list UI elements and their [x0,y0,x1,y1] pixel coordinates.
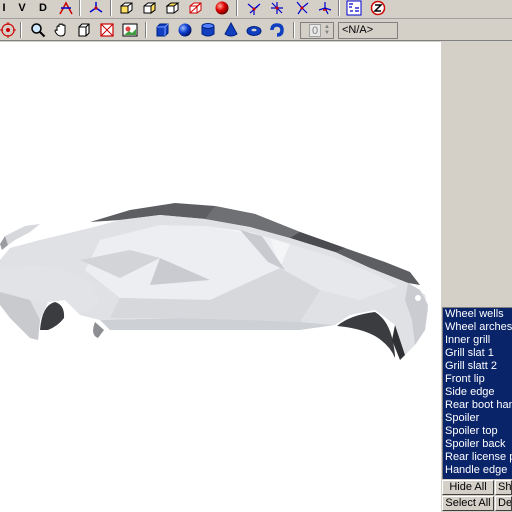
face-mode-icon[interactable] [292,0,312,17]
cube-top-icon[interactable] [162,0,182,17]
spinner-down-icon[interactable]: ▼ [322,30,332,36]
select-all-button[interactable]: Select All [442,496,494,511]
list-item[interactable]: Handle edge [443,464,512,477]
cube-perspective-icon[interactable] [185,0,205,17]
texture-view-icon[interactable] [97,21,117,39]
torus-primitive-icon[interactable] [244,21,264,39]
toolbar-separator [20,22,22,38]
view-v-button[interactable]: V [12,0,32,17]
list-item[interactable]: Spoiler [443,412,512,425]
list-item[interactable]: Rear license plate [443,451,512,464]
list-item[interactable]: Wheel wells [443,308,512,321]
list-item[interactable]: Spoiler back [443,438,512,451]
toolbar-separator [145,22,147,38]
cube-side-icon[interactable] [139,0,159,17]
render-sphere-icon[interactable] [212,0,232,17]
list-item[interactable]: Grill slat 1 [443,347,512,360]
hide-all-button[interactable]: Hide All [442,480,494,495]
toolbar-separator [236,0,238,16]
list-item[interactable]: Inner grill [443,334,512,347]
car-model [0,203,428,360]
export-3d-icon[interactable] [344,0,364,17]
cube-front-icon[interactable] [116,0,136,17]
selection-field: <N/A> [338,22,398,39]
object-mode-icon[interactable] [315,0,335,17]
list-item[interactable]: Rear boot handle [443,399,512,412]
toolbar-separator [338,0,340,16]
cone-primitive-icon[interactable] [221,21,241,39]
target-icon[interactable] [0,21,18,39]
toolbar-separator [110,0,112,16]
selection-list[interactable]: Wheel wells Wheel arches Inner grill Gri… [442,307,512,479]
cylinder-primitive-icon[interactable] [198,21,218,39]
vertex-mode-icon[interactable] [244,0,264,17]
list-item[interactable]: Grill slatt 2 [443,360,512,373]
show-button[interactable]: Sh [495,480,512,495]
axis-icon[interactable] [86,0,106,17]
cube-primitive-icon[interactable] [152,21,172,39]
secondary-toolbar: 0 ▲ ▼ <N/A> [0,20,512,41]
list-item[interactable]: Side edge [443,386,512,399]
level-spinner[interactable]: 0 ▲ ▼ [300,22,334,39]
zoom-icon[interactable] [28,21,48,39]
toolbar-separator [79,0,81,16]
3d-viewport[interactable] [0,42,440,512]
toolbar-separator [293,22,295,38]
list-item[interactable]: Front lip [443,373,512,386]
deselect-button[interactable]: De [495,496,512,511]
tube-primitive-icon[interactable] [267,21,287,39]
transform-icon[interactable] [56,0,76,17]
box-view-icon[interactable] [74,21,94,39]
spinner-value: 0 [309,24,321,37]
image-view-icon[interactable] [120,21,140,39]
sphere-primitive-icon[interactable] [175,21,195,39]
top-toolbar: I V D [0,0,512,19]
view-d-button[interactable]: D [33,0,53,17]
pan-hand-icon[interactable] [51,21,71,39]
spinner-arrows[interactable]: ▲ ▼ [322,24,332,37]
z-axis-icon[interactable] [368,0,388,17]
edge-mode-icon[interactable] [267,0,287,17]
list-item[interactable]: Wheel arches [443,321,512,334]
list-item[interactable]: Spoiler top [443,425,512,438]
